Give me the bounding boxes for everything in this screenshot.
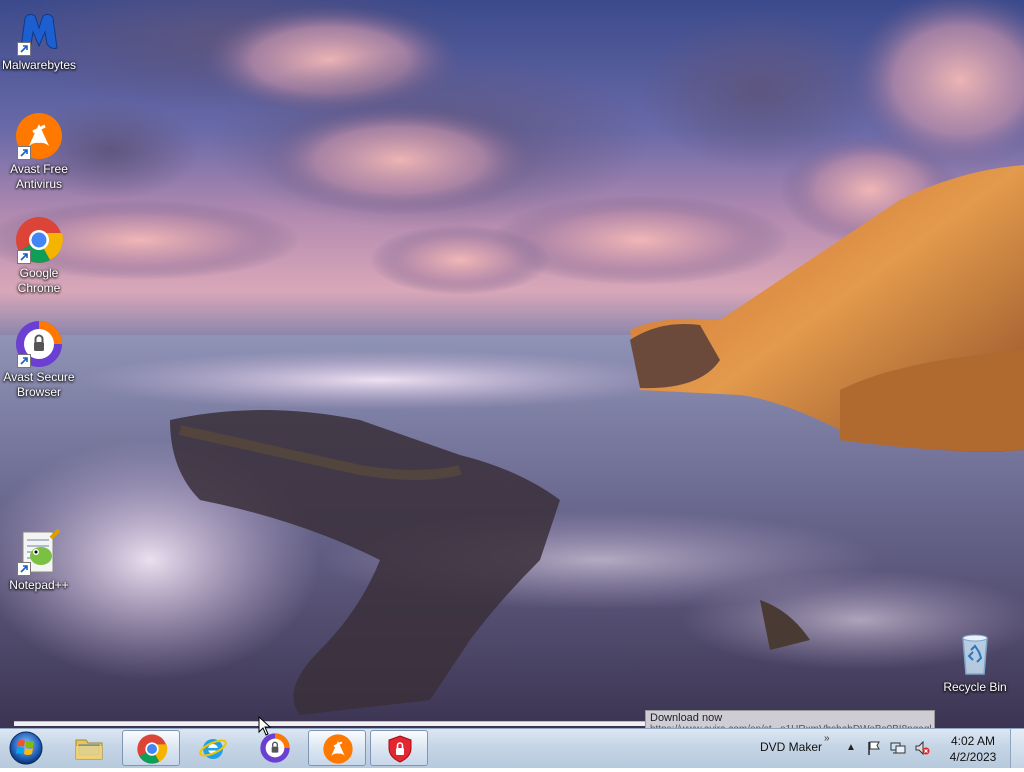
taskbar-avast-antivirus[interactable]	[308, 730, 366, 766]
shortcut-arrow-icon	[17, 146, 31, 160]
desktop-icon-avast-free-antivirus[interactable]: Avast Free Antivirus	[0, 112, 78, 192]
desktop-icon-label: Malwarebytes	[1, 58, 77, 72]
notepad-plus-plus-icon	[15, 528, 63, 576]
file-explorer-icon	[75, 739, 103, 760]
desktop-icon-avast-secure-browser[interactable]: Avast Secure Browser	[0, 320, 78, 400]
toolbar-chevron-icon[interactable]: »	[824, 733, 830, 744]
internet-explorer-icon	[199, 739, 227, 759]
taskbar-internet-explorer[interactable]	[184, 730, 242, 766]
volume-muted-icon[interactable]	[914, 740, 930, 756]
download-progress-bar[interactable]	[14, 721, 646, 726]
download-tooltip-title: Download now	[650, 712, 723, 724]
shortcut-arrow-icon	[17, 354, 31, 368]
desktop-icon-malwarebytes[interactable]: Malwarebytes	[0, 8, 78, 73]
mouse-cursor-icon	[258, 716, 272, 736]
windows-orb-icon	[9, 731, 43, 765]
dvd-maker-toolbar[interactable]: DVD Maker	[760, 740, 822, 754]
desktop[interactable]: Malwarebytes Avast Free Antivirus Google…	[0, 0, 1024, 728]
desktop-icon-label: Recycle Bin	[943, 680, 1007, 694]
shortcut-arrow-icon	[17, 250, 31, 264]
desktop-icon-label: Avast Free Antivirus	[10, 162, 68, 191]
desktop-icon-label: Avast Secure Browser	[3, 370, 75, 399]
desktop-icon-notepad-plus-plus[interactable]: Notepad++	[0, 528, 78, 593]
desktop-icon-label: Notepad++	[9, 578, 69, 592]
taskbar-avast-secure-browser[interactable]	[246, 730, 304, 766]
action-center-flag-icon[interactable]	[866, 740, 882, 756]
taskbar-google-chrome[interactable]	[122, 730, 180, 766]
chrome-icon	[15, 216, 63, 264]
avast-secureline-vpn-icon	[388, 735, 412, 763]
taskbar-avast-secureline-vpn[interactable]	[370, 730, 428, 766]
avast-icon	[15, 112, 63, 160]
clock-time: 4:02 AM	[950, 734, 996, 748]
start-button[interactable]	[3, 729, 49, 767]
malwarebytes-icon	[15, 8, 63, 56]
avast-icon	[323, 734, 353, 764]
wallpaper	[0, 0, 1024, 728]
show-desktop-button[interactable]	[1010, 729, 1024, 768]
desktop-icon-recycle-bin[interactable]: Recycle Bin	[936, 630, 1014, 695]
desktop-icon-label: Google Chrome	[17, 266, 61, 295]
clock-date: 4/2/2023	[949, 750, 997, 764]
avast-secure-browser-icon	[15, 320, 63, 368]
system-clock[interactable]: 4:02 AM 4/2/2023	[940, 733, 1006, 765]
shortcut-arrow-icon	[17, 42, 31, 56]
network-icon[interactable]	[890, 740, 906, 756]
desktop-icon-google-chrome[interactable]: Google Chrome	[0, 216, 78, 296]
avast-secure-browser-icon	[260, 733, 290, 763]
taskbar-file-explorer[interactable]	[60, 730, 118, 766]
chrome-icon	[137, 734, 168, 764]
recycle-bin-icon	[951, 630, 999, 678]
shortcut-arrow-icon	[17, 562, 31, 576]
show-hidden-icons-button[interactable]: ▲	[846, 742, 856, 753]
